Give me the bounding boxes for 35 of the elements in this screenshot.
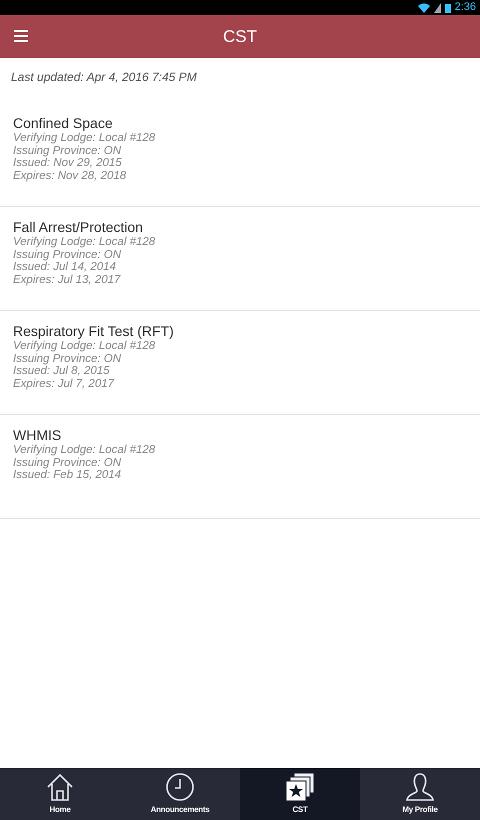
certificate-detail: Expires: Nov 28, 2018 (13, 170, 128, 182)
certificate-detail: Issued: Nov 29, 2015 (13, 157, 123, 170)
certificate-detail: Issuing Province: ON (13, 456, 122, 469)
certificate-item[interactable]: Confined Space Verifying Lodge: Local #128 Issuing Province: ON Issued: Nov 29, 2015 Expires: Nov 28, 2018 (0, 103, 480, 207)
header-title: CST (223, 26, 257, 48)
signal-icon (434, 2, 441, 12)
certificate-detail: Issuing Province: ON (13, 248, 122, 261)
last-updated-text: Last updated: Apr 4, 2016 7:45 PM (10, 69, 198, 86)
star-card-icon (285, 772, 315, 802)
status-time: 2:36 (454, 2, 476, 13)
certificate-detail: Verifying Lodge: Local #128 (13, 444, 156, 456)
certificate-detail: Expires: Jul 7, 2017 (13, 378, 116, 390)
certificate-item[interactable]: Fall Arrest/Protection Verifying Lodge: Local #128 Issuing Province: ON Issued: Jul 14, 2014 Expires: Jul 13, 2017 (0, 207, 480, 311)
nav-tab[interactable]: CST (240, 768, 360, 820)
certificate-detail: Issued: Feb 15, 2014 (13, 469, 122, 482)
certificate-detail: Expires: Jul 13, 2017 (13, 274, 122, 286)
certificate-detail: Issued: Jul 14, 2014 (13, 261, 117, 274)
battery-icon (444, 2, 451, 12)
certificate-detail: Verifying Lodge: Local #128 (13, 340, 156, 352)
certificate-item[interactable]: Respiratory Fit Test (RFT) Verifying Lodge: Local #128 Issuing Province: ON Issued: Jul 8, 2015 Expires: Jul 7, 2017 (0, 311, 480, 415)
wifi-icon (418, 2, 430, 12)
certificate-detail: Issued: Jul 8, 2015 (13, 365, 111, 378)
certificate-detail: Verifying Lodge: Local #128 (13, 236, 156, 248)
certificate-item[interactable]: WHMIS Verifying Lodge: Local #128 Issuing Province: ON Issued: Feb 15, 2014 (0, 415, 480, 519)
certificate-detail: Issuing Province: ON (13, 352, 122, 365)
certificate-detail: Verifying Lodge: Local #128 (13, 132, 156, 144)
clock-icon (165, 772, 195, 802)
certificate-title: Confined Space (13, 115, 114, 132)
menu-button[interactable] (14, 28, 28, 44)
home-icon (45, 772, 75, 802)
certificate-detail: Issuing Province: ON (13, 144, 122, 157)
person-icon (405, 772, 435, 802)
certificate-title: WHMIS (13, 427, 62, 444)
certificate-title: Respiratory Fit Test (RFT) (13, 323, 175, 340)
certificate-title: Fall Arrest/Protection (13, 219, 144, 236)
